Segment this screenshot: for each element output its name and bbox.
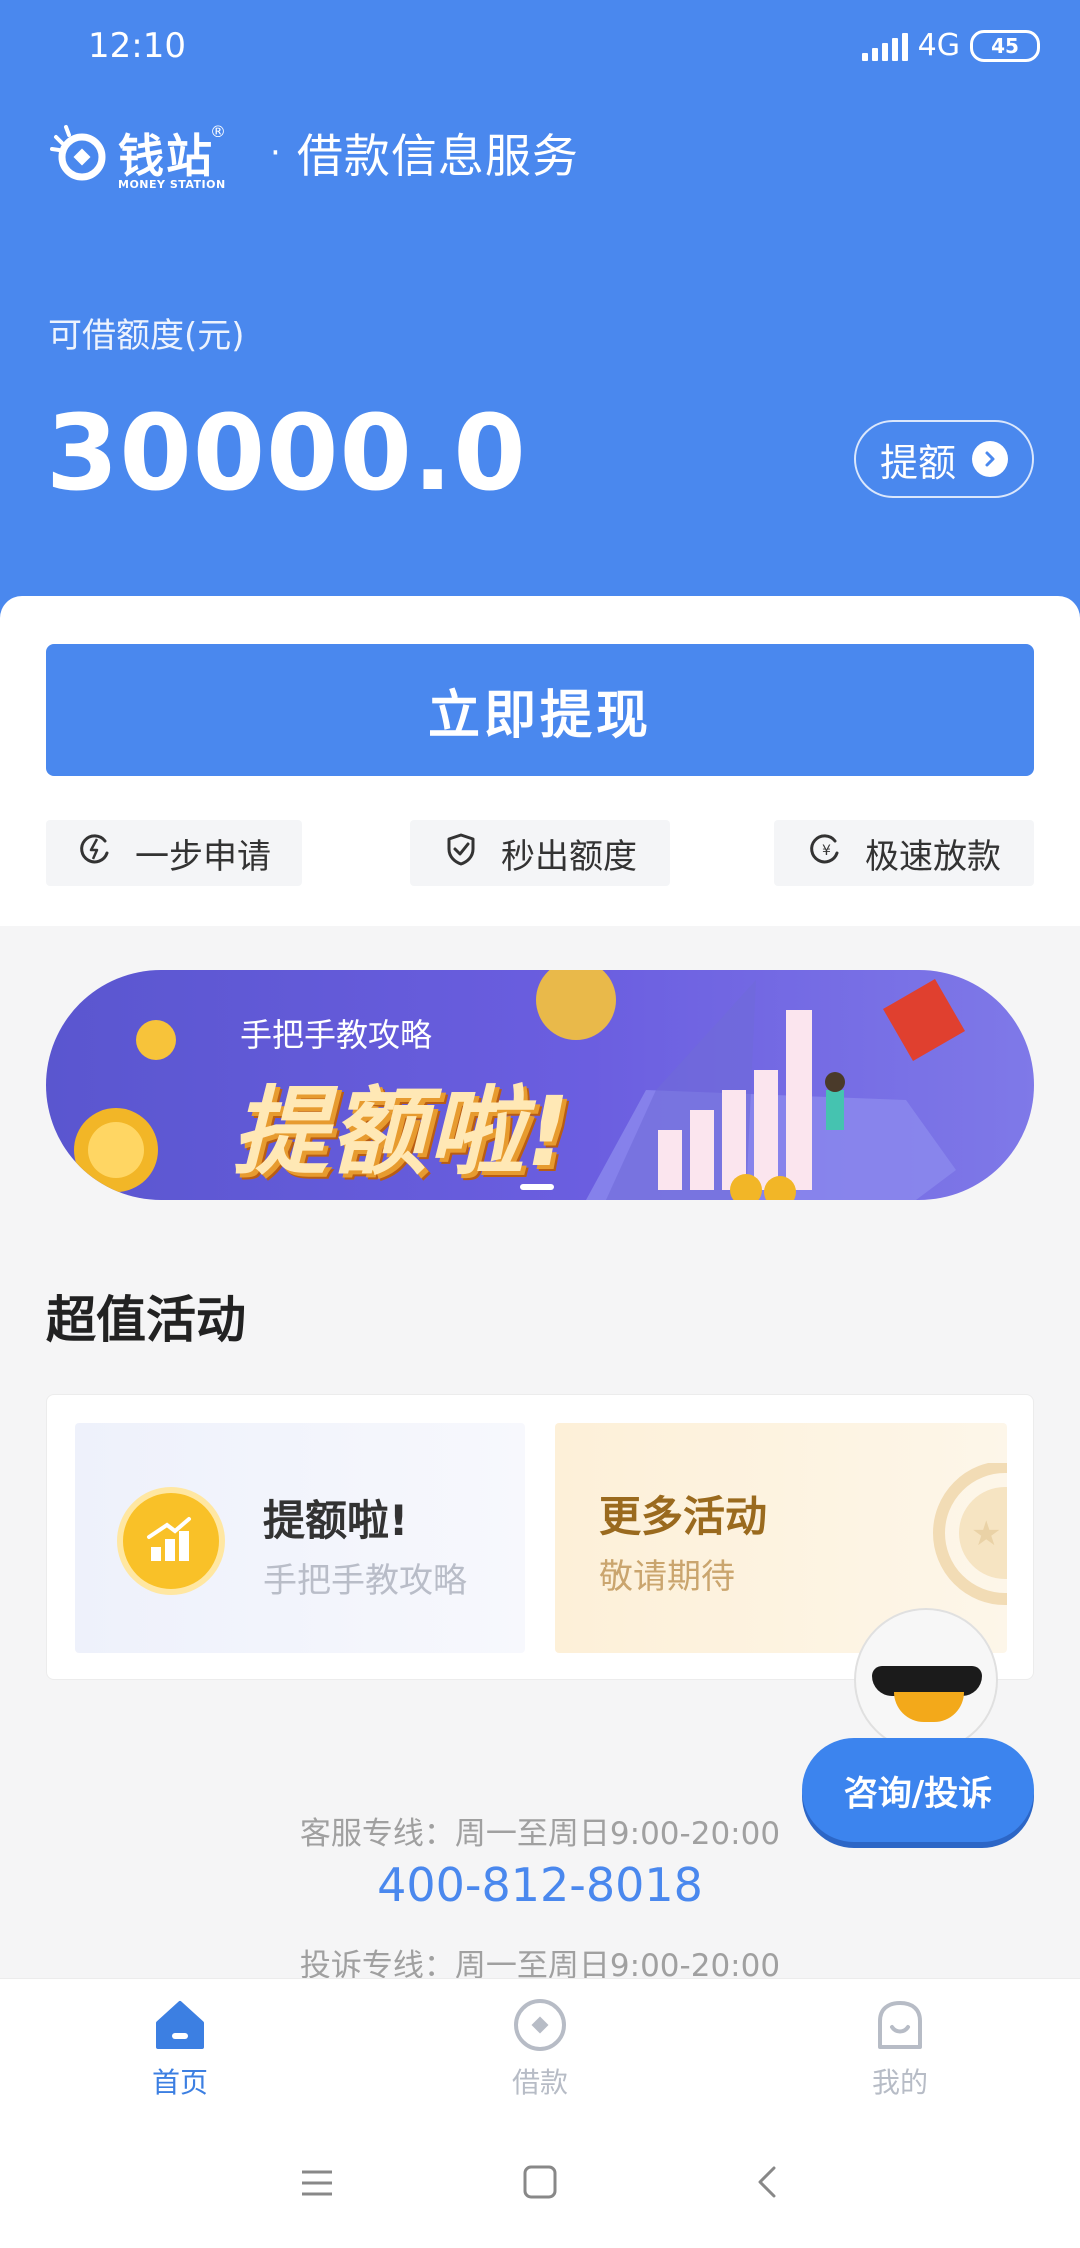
feature-instant-limit: 秒出额度 <box>410 820 670 886</box>
status-indicators: 4G 45 <box>861 28 1040 63</box>
home-nav-icon[interactable] <box>522 2164 558 2200</box>
registered-mark: ® <box>210 122 226 141</box>
credit-limit-amount: 30000.0 <box>46 392 527 514</box>
main-card: 立即提现 一步申请 秒出额度 ¥ 极速放款 <box>0 596 1080 926</box>
feature-one-step-apply: 一步申请 <box>46 820 302 886</box>
activity-title: 更多活动 <box>599 1492 768 1541</box>
tab-mine[interactable]: 我的 <box>800 1997 1000 2101</box>
profile-icon <box>878 2001 922 2049</box>
withdraw-now-button[interactable]: 立即提现 <box>46 644 1034 776</box>
section-title: 超值活动 <box>46 1291 246 1349</box>
lightning-icon <box>77 831 113 876</box>
chart-up-icon <box>117 1487 225 1595</box>
signal-icon <box>861 31 908 61</box>
yuan-icon: ¥ <box>807 831 843 876</box>
raise-limit-button[interactable]: 提额 <box>854 420 1034 498</box>
consult-complaint-label: 咨询/投诉 <box>802 1738 1034 1842</box>
banner-title: 提额啦! <box>232 1076 572 1188</box>
network-type: 4G <box>917 28 960 63</box>
menu-icon[interactable] <box>300 2166 334 2200</box>
activity-subtitle: 敬请期待 <box>599 1557 735 1597</box>
activity-card-raise-limit[interactable]: 提额啦! 手把手教攻略 <box>75 1423 525 1653</box>
activity-title: 提额啦! <box>263 1496 409 1545</box>
header: 12:10 4G 45 钱站 MONEY STATION ® · 借款信息服务 … <box>0 0 1080 640</box>
feature-fast-loan: ¥ 极速放款 <box>774 820 1034 886</box>
feature-label: 秒出额度 <box>501 836 637 877</box>
tab-label: 我的 <box>871 2066 928 2099</box>
brand: 钱站 MONEY STATION ® · 借款信息服务 <box>48 120 579 191</box>
feature-label: 极速放款 <box>865 836 1001 877</box>
feature-label: 一步申请 <box>135 836 271 877</box>
system-nav-bar <box>0 2118 1080 2248</box>
battery-icon: 45 <box>970 29 1040 62</box>
status-time: 12:10 <box>88 26 186 66</box>
credit-limit-label: 可借额度(元) <box>48 316 245 356</box>
tab-home[interactable]: 首页 <box>80 1997 280 2101</box>
brand-name: 钱站 <box>118 129 214 183</box>
banner-subtitle: 手把手教攻略 <box>240 1016 433 1054</box>
service-phone-number[interactable]: 400-812-8018 <box>0 1858 1080 1912</box>
ticket-icon: ★ <box>933 1463 1007 1605</box>
tab-label: 首页 <box>151 2066 208 2099</box>
raise-limit-label: 提额 <box>879 440 956 485</box>
tab-label: 借款 <box>511 2066 568 2099</box>
logo-icon <box>48 123 108 183</box>
svg-text:¥: ¥ <box>822 843 831 859</box>
brand-service: 借款信息服务 <box>296 129 579 183</box>
loan-icon <box>514 1999 566 2051</box>
brand-separator: · <box>270 133 281 173</box>
tab-loan[interactable]: 借款 <box>440 1997 640 2101</box>
svg-text:★: ★ <box>971 1514 1001 1554</box>
home-icon <box>156 2001 204 2049</box>
chevron-right-icon <box>972 441 1008 477</box>
promo-banner[interactable]: 手把手教攻略 提额啦! <box>46 970 1034 1200</box>
back-icon[interactable] <box>752 2164 782 2200</box>
bottom-tab-bar: 首页 借款 我的 <box>0 1978 1080 2119</box>
brand-subtitle: MONEY STATION <box>118 178 226 191</box>
banner-page-indicator <box>520 1184 554 1190</box>
shield-check-icon <box>443 831 479 876</box>
battery-level: 45 <box>991 33 1019 58</box>
activity-subtitle: 手把手教攻略 <box>263 1561 467 1601</box>
consult-complaint-float-button[interactable]: 咨询/投诉 <box>790 1600 1050 1860</box>
